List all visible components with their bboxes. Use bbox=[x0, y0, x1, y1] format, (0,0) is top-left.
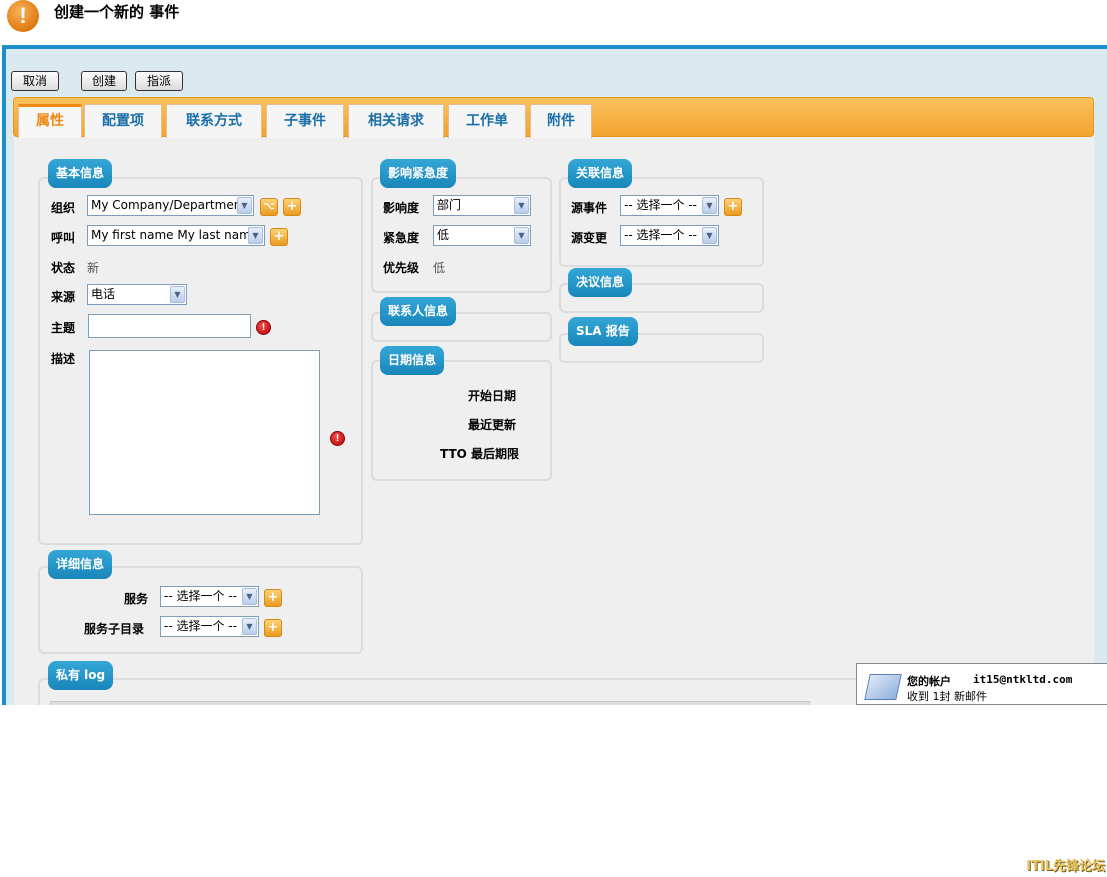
tab-ci[interactable]: 配置项 bbox=[84, 104, 162, 138]
chevron-down-icon: ▼ bbox=[514, 227, 529, 244]
add-parent-incident-button[interactable]: + bbox=[724, 198, 742, 216]
mail-icon bbox=[864, 674, 902, 700]
related-info-legend: 关联信息 bbox=[568, 159, 633, 188]
caller-label: 呼叫 bbox=[51, 231, 76, 245]
required-error-icon: ! bbox=[330, 431, 345, 446]
date-info-legend: 日期信息 bbox=[380, 346, 445, 375]
required-error-icon: ! bbox=[256, 320, 271, 335]
subcategory-select[interactable]: -- 选择一个 -- ▼ bbox=[160, 616, 259, 637]
basic-info-legend: 基本信息 bbox=[48, 159, 113, 188]
start-date-label: 开始日期 bbox=[468, 389, 517, 403]
detail-info-legend: 详细信息 bbox=[48, 550, 113, 579]
add-caller-button[interactable]: + bbox=[270, 228, 288, 246]
status-value: 新 bbox=[87, 261, 100, 275]
subcategory-select-value: -- 选择一个 -- bbox=[164, 619, 237, 633]
detail-info-fieldset bbox=[38, 566, 363, 654]
cancel-button[interactable]: 取消 bbox=[11, 71, 59, 91]
urgency-label: 紧急度 bbox=[383, 231, 420, 245]
last-update-label: 最近更新 bbox=[468, 418, 517, 432]
account-label: 您的帐户 bbox=[907, 675, 951, 688]
source-select[interactable]: 电话 ▼ bbox=[87, 284, 187, 305]
parent-incident-select[interactable]: -- 选择一个 -- ▼ bbox=[620, 195, 719, 216]
main-frame: 取消 创建 指派 属性 配置项 联系方式 子事件 相关请求 工作单 附件 基本信… bbox=[2, 45, 1107, 705]
tree-search-icon[interactable]: ⌥ bbox=[260, 198, 278, 216]
add-subcategory-button[interactable]: + bbox=[264, 619, 282, 637]
tab-child-incidents[interactable]: 子事件 bbox=[266, 104, 344, 138]
add-service-button[interactable]: + bbox=[264, 589, 282, 607]
chevron-down-icon: ▼ bbox=[514, 197, 529, 214]
tab-related-requests[interactable]: 相关请求 bbox=[348, 104, 444, 138]
org-select-value: My Company/Department bbox=[91, 198, 247, 212]
chevron-down-icon: ▼ bbox=[248, 227, 263, 244]
source-select-value: 电话 bbox=[91, 287, 116, 301]
parent-change-label: 源变更 bbox=[571, 231, 608, 245]
date-info-fieldset bbox=[371, 360, 552, 481]
mail-notification-popup[interactable]: 您的帐户 it15@ntkltd.com 收到 1封 新邮件 bbox=[856, 663, 1107, 705]
impact-label: 影响度 bbox=[383, 201, 420, 215]
priority-value: 低 bbox=[433, 261, 446, 275]
chevron-down-icon: ▼ bbox=[702, 227, 717, 244]
tab-properties[interactable]: 属性 bbox=[18, 104, 82, 138]
assign-button[interactable]: 指派 bbox=[135, 71, 183, 91]
resolution-info-legend: 决议信息 bbox=[568, 268, 633, 297]
sla-report-legend: SLA 报告 bbox=[568, 317, 638, 346]
parent-change-select-value: -- 选择一个 -- bbox=[624, 228, 697, 242]
chevron-down-icon: ▼ bbox=[170, 286, 185, 303]
chevron-down-icon: ▼ bbox=[242, 618, 257, 635]
service-select-value: -- 选择一个 -- bbox=[164, 589, 237, 603]
warning-icon: ! bbox=[7, 0, 39, 32]
org-select[interactable]: My Company/Department ▼ bbox=[87, 195, 254, 216]
subcategory-label: 服务子目录 bbox=[84, 622, 145, 636]
tab-attachments[interactable]: 附件 bbox=[530, 104, 592, 138]
parent-change-select[interactable]: -- 选择一个 -- ▼ bbox=[620, 225, 719, 246]
subject-input[interactable] bbox=[88, 314, 251, 338]
tab-work-orders[interactable]: 工作单 bbox=[448, 104, 526, 138]
parent-incident-select-value: -- 选择一个 -- bbox=[624, 198, 697, 212]
impact-select-value: 部门 bbox=[437, 198, 462, 212]
page-title: 创建一个新的 事件 bbox=[54, 3, 180, 21]
status-label: 状态 bbox=[51, 261, 76, 275]
contact-info-legend: 联系人信息 bbox=[380, 297, 457, 326]
related-info-fieldset bbox=[559, 177, 764, 267]
source-label: 来源 bbox=[51, 290, 76, 304]
urgency-select[interactable]: 低 ▼ bbox=[433, 225, 531, 246]
service-label: 服务 bbox=[124, 592, 149, 606]
chevron-down-icon: ▼ bbox=[242, 588, 257, 605]
create-button[interactable]: 创建 bbox=[81, 71, 127, 91]
description-textarea[interactable] bbox=[89, 350, 320, 515]
caller-select-value: My first name My last name bbox=[91, 228, 259, 242]
add-org-button[interactable]: + bbox=[283, 198, 301, 216]
subject-label: 主题 bbox=[51, 321, 76, 335]
chevron-down-icon: ▼ bbox=[237, 197, 252, 214]
impact-urgency-legend: 影响紧急度 bbox=[380, 159, 457, 188]
parent-incident-label: 源事件 bbox=[571, 201, 608, 215]
chevron-down-icon: ▼ bbox=[702, 197, 717, 214]
tab-bar: 属性 配置项 联系方式 子事件 相关请求 工作单 附件 bbox=[13, 97, 1094, 138]
priority-label: 优先级 bbox=[383, 261, 420, 275]
urgency-select-value: 低 bbox=[437, 228, 450, 242]
private-log-legend: 私有 log bbox=[48, 661, 114, 690]
log-editor-toolbar bbox=[50, 701, 810, 705]
tab-contacts[interactable]: 联系方式 bbox=[166, 104, 262, 138]
service-select[interactable]: -- 选择一个 -- ▼ bbox=[160, 586, 259, 607]
caller-select[interactable]: My first name My last name ▼ bbox=[87, 225, 265, 246]
account-value: it15@ntkltd.com bbox=[973, 673, 1073, 686]
received-text: 收到 1封 新邮件 bbox=[907, 690, 987, 703]
org-label: 组织 bbox=[51, 201, 76, 215]
tto-deadline-label: TTO 最后期限 bbox=[440, 447, 520, 461]
description-label: 描述 bbox=[51, 352, 76, 366]
watermark: ITIL先锋论坛 bbox=[1026, 859, 1105, 874]
impact-select[interactable]: 部门 ▼ bbox=[433, 195, 531, 216]
